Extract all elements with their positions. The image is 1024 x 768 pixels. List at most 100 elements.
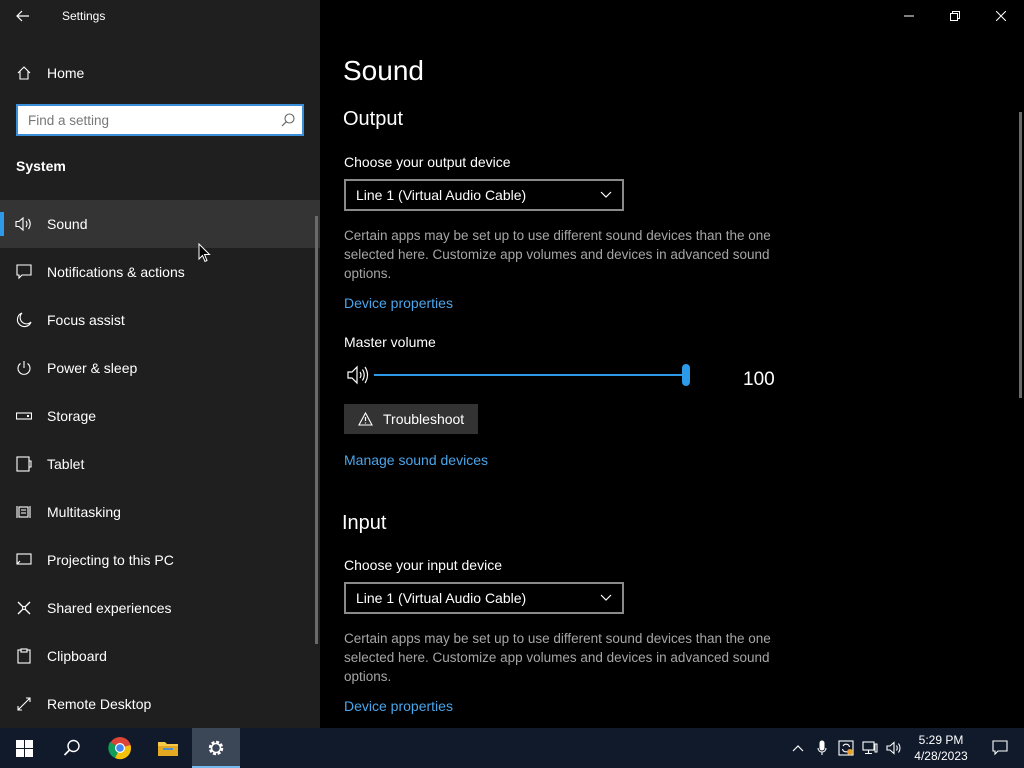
- sidebar-item-storage[interactable]: Storage: [0, 392, 320, 440]
- sidebar-item-sound[interactable]: Sound: [0, 200, 320, 248]
- sidebar-item-label: Multitasking: [47, 504, 121, 520]
- volume-icon[interactable]: [346, 364, 370, 386]
- tray-chevron[interactable]: [786, 728, 810, 768]
- sidebar-item-label: Storage: [47, 408, 97, 424]
- restore-icon: [950, 11, 960, 21]
- multitasking-icon: [15, 504, 33, 520]
- home-label: Home: [47, 65, 85, 81]
- microphone-icon: [817, 740, 827, 755]
- minimize-button[interactable]: [886, 0, 932, 32]
- taskbar-settings[interactable]: [192, 728, 240, 768]
- sidebar-item-label: Power & sleep: [47, 360, 138, 376]
- update-icon: [838, 740, 854, 756]
- remote-desktop-icon: [15, 696, 33, 712]
- search-box[interactable]: [16, 104, 304, 136]
- folder-icon: [158, 742, 178, 756]
- notifications-icon: [15, 264, 33, 280]
- sidebar-item-shared-experiences[interactable]: Shared experiences: [0, 584, 320, 632]
- close-button[interactable]: [978, 0, 1024, 32]
- window-controls: [886, 0, 1024, 32]
- sidebar-item-multitasking[interactable]: Multitasking: [0, 488, 320, 536]
- close-icon: [996, 11, 1006, 21]
- input-device-properties-link[interactable]: Device properties: [344, 698, 453, 714]
- sidebar-item-focus-assist[interactable]: Focus assist: [0, 296, 320, 344]
- taskbar-clock[interactable]: 5:29 PM 4/28/2023: [906, 732, 976, 764]
- home-icon: [16, 65, 32, 81]
- sidebar-item-projecting[interactable]: Projecting to this PC: [0, 536, 320, 584]
- tray-update[interactable]: [834, 728, 858, 768]
- input-description: Certain apps may be set up to use differ…: [344, 631, 771, 684]
- sidebar-item-label: Focus assist: [47, 312, 125, 328]
- input-device-dropdown[interactable]: Line 1 (Virtual Audio Cable): [344, 582, 624, 614]
- manage-sound-devices-link[interactable]: Manage sound devices: [344, 452, 488, 468]
- back-arrow-icon: [16, 10, 29, 22]
- network-icon: [862, 741, 878, 755]
- sidebar-home[interactable]: Home: [0, 52, 320, 94]
- tablet-icon: [15, 456, 33, 472]
- sidebar-item-label: Tablet: [47, 456, 85, 472]
- chevron-up-icon: [792, 745, 804, 752]
- speaker-icon: [15, 216, 33, 232]
- master-volume-slider-track[interactable]: [374, 374, 690, 376]
- chevron-down-icon: [600, 594, 612, 601]
- clock-time: 5:29 PM: [918, 733, 964, 747]
- input-device-label: Choose your input device: [344, 557, 502, 573]
- back-button[interactable]: [0, 0, 46, 32]
- master-volume-slider-thumb[interactable]: [682, 364, 690, 386]
- sidebar-item-tablet[interactable]: Tablet: [0, 440, 320, 488]
- chrome-icon: [108, 737, 131, 760]
- titlebar-left: Settings: [0, 0, 320, 32]
- restore-button[interactable]: [932, 0, 978, 32]
- sidebar-item-notifications[interactable]: Notifications & actions: [0, 248, 320, 296]
- sidebar: Settings Home System Sound Notifications…: [0, 0, 320, 728]
- sidebar-item-label: Shared experiences: [47, 600, 172, 616]
- master-volume-value: 100: [743, 369, 775, 390]
- shared-icon: [15, 600, 33, 616]
- sidebar-nav: Sound Notifications & actions Focus assi…: [0, 200, 320, 728]
- main-scrollbar[interactable]: [1019, 112, 1022, 398]
- output-device-properties-link[interactable]: Device properties: [344, 295, 453, 311]
- storage-icon: [15, 411, 33, 421]
- taskbar-search-button[interactable]: [48, 728, 96, 768]
- troubleshoot-button[interactable]: Troubleshoot: [344, 404, 478, 434]
- taskbar-chrome[interactable]: [96, 728, 144, 768]
- search-icon: [63, 739, 80, 756]
- gear-icon: [208, 740, 224, 756]
- taskbar-file-explorer[interactable]: [144, 728, 192, 768]
- page-title: Sound: [343, 55, 424, 86]
- sidebar-item-label: Notifications & actions: [47, 264, 185, 280]
- action-center-button[interactable]: [976, 728, 1024, 768]
- search-icon[interactable]: [280, 112, 296, 128]
- clipboard-icon: [15, 648, 33, 664]
- projecting-icon: [15, 552, 33, 568]
- section-label: System: [16, 158, 66, 174]
- sidebar-item-label: Clipboard: [47, 648, 107, 664]
- input-heading: Input: [342, 512, 387, 534]
- notifications-icon: [992, 740, 1008, 756]
- speaker-icon: [885, 741, 901, 755]
- tray-network[interactable]: [858, 728, 882, 768]
- system-tray: 5:29 PM 4/28/2023: [786, 728, 1024, 768]
- clock-date: 4/28/2023: [914, 749, 968, 763]
- tray-microphone[interactable]: [810, 728, 834, 768]
- warning-icon: [358, 412, 373, 426]
- taskbar: 5:29 PM 4/28/2023: [0, 728, 1024, 768]
- sidebar-item-remote-desktop[interactable]: Remote Desktop: [0, 680, 320, 728]
- input-device-value: Line 1 (Virtual Audio Cable): [356, 590, 527, 606]
- start-button[interactable]: [0, 728, 48, 768]
- output-device-dropdown[interactable]: Line 1 (Virtual Audio Cable): [344, 179, 624, 211]
- sidebar-item-label: Remote Desktop: [47, 696, 152, 712]
- minimize-icon: [904, 15, 914, 17]
- sidebar-item-power-sleep[interactable]: Power & sleep: [0, 344, 320, 392]
- sidebar-item-label: Sound: [47, 216, 88, 232]
- tray-volume[interactable]: [882, 728, 906, 768]
- output-description: Certain apps may be set up to use differ…: [344, 228, 771, 281]
- search-input[interactable]: [18, 106, 302, 134]
- main-content: Sound Output Choose your output device L…: [320, 0, 1024, 728]
- windows-logo-icon: [15, 739, 33, 757]
- app-title: Settings: [62, 9, 106, 23]
- sidebar-scrollbar[interactable]: [315, 216, 318, 644]
- sidebar-item-clipboard[interactable]: Clipboard: [0, 632, 320, 680]
- sidebar-item-label: Projecting to this PC: [47, 552, 174, 568]
- master-volume-label: Master volume: [344, 334, 436, 350]
